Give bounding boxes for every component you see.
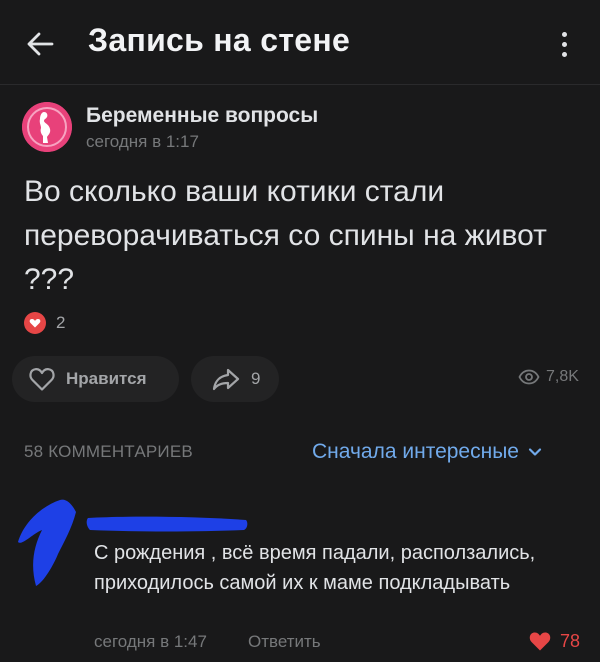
reply-button[interactable]: Ответить	[248, 632, 321, 652]
heart-outline-icon	[29, 368, 55, 391]
sort-label: Сначала интересные	[312, 440, 519, 463]
reaction-summary[interactable]: 2	[24, 312, 65, 334]
more-vertical-icon[interactable]	[552, 24, 576, 64]
comment-like-button[interactable]: 78	[528, 630, 580, 652]
views-count: 7,8K	[546, 368, 579, 385]
post-text: Во сколько ваши котики стали переворачив…	[24, 175, 547, 296]
header-divider	[0, 84, 600, 85]
reaction-count: 2	[56, 313, 66, 332]
views-counter: 7,8K	[518, 368, 579, 386]
comment-author-avatar-redacted[interactable]	[12, 494, 82, 594]
share-count: 9	[251, 369, 261, 388]
comments-sort-button[interactable]: Сначала интересные	[312, 440, 543, 464]
arrow-left-icon	[27, 32, 54, 56]
group-name-link[interactable]: Беременные вопросы	[86, 104, 318, 128]
post-time: сегодня в 1:17	[86, 132, 199, 151]
eye-icon	[518, 369, 540, 385]
comment-time: сегодня в 1:47	[94, 632, 207, 651]
comment-text: С рождения , всё время падали, расползал…	[94, 542, 536, 594]
comments-count: 58 КОММЕНТАРИЕВ	[24, 442, 193, 461]
page-title: Запись на стене	[88, 22, 351, 58]
comment-author-name-redacted[interactable]	[86, 510, 250, 534]
pregnant-silhouette-icon	[22, 102, 72, 152]
like-button[interactable]: Нравится	[12, 356, 179, 402]
chevron-down-icon	[528, 448, 542, 456]
comment-like-count: 78	[560, 630, 581, 651]
share-arrow-icon	[212, 368, 240, 391]
like-label: Нравится	[66, 369, 147, 388]
heart-filled-icon	[529, 632, 551, 651]
heart-reaction-icon	[24, 312, 46, 334]
top-bar: Запись на стене	[0, 0, 600, 84]
back-button[interactable]	[22, 26, 58, 62]
share-button[interactable]: 9	[191, 356, 279, 402]
group-avatar[interactable]	[22, 102, 72, 152]
